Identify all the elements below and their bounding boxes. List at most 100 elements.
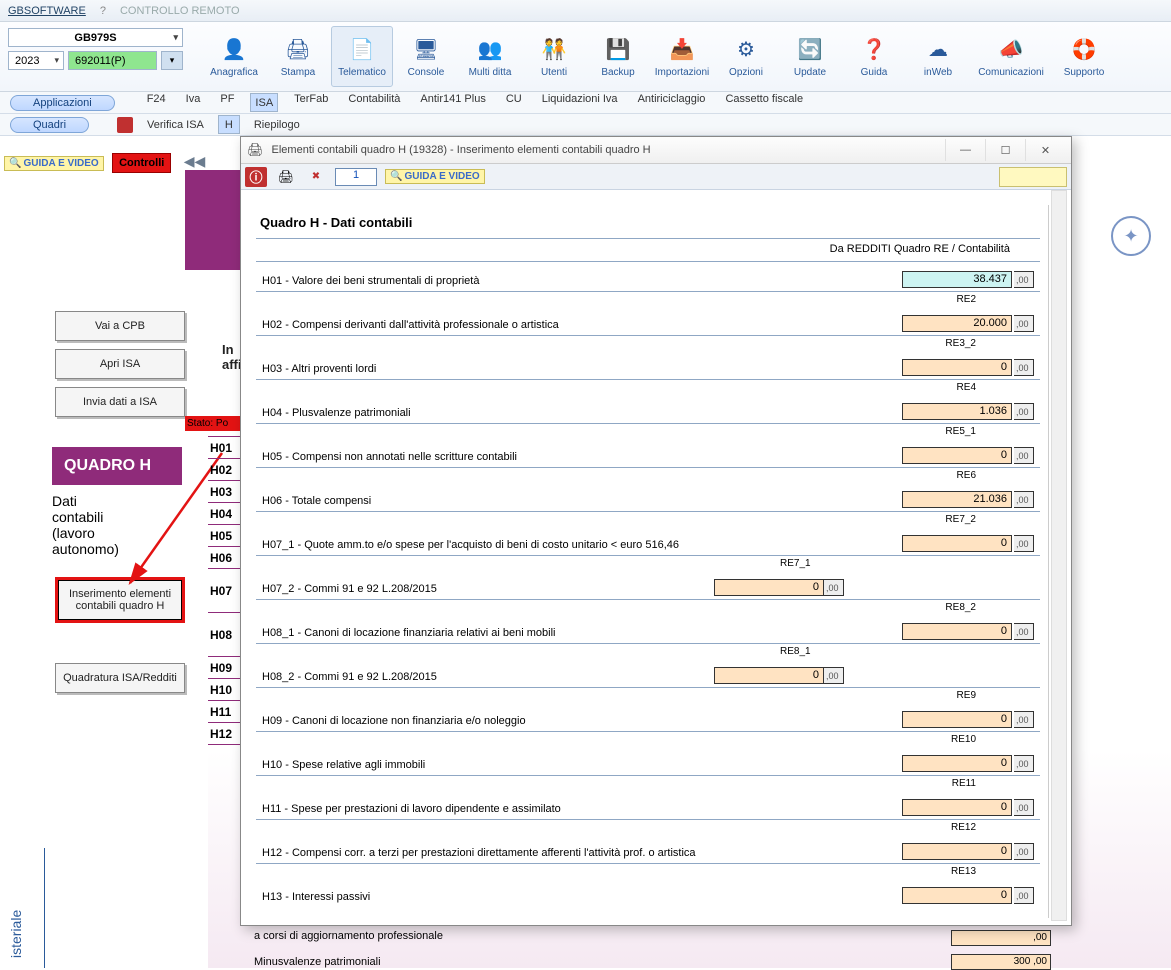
row-subvalue[interactable]: 0: [714, 667, 824, 684]
ribbon-inweb[interactable]: ☁inWeb: [907, 26, 969, 87]
row-value[interactable]: 0: [902, 843, 1012, 860]
app-tab-f24[interactable]: F24: [143, 93, 170, 112]
row-label: H02 - Compensi derivanti dall'attività p…: [262, 319, 559, 331]
row-label: H06 - Totale compensi: [262, 495, 371, 507]
ribbon-importazioni[interactable]: 📥Importazioni: [651, 26, 713, 87]
vertical-label: isteriale: [8, 910, 24, 958]
pdf-icon[interactable]: [117, 117, 133, 133]
row-value[interactable]: 21.036: [902, 491, 1012, 508]
side-button-vai-a-cpb[interactable]: Vai a CPB: [55, 311, 185, 341]
delete-button[interactable]: ✖: [305, 167, 327, 187]
app-tab-liquidazioni-iva[interactable]: Liquidazioni Iva: [538, 93, 622, 112]
dialog-scrollbar[interactable]: [1051, 190, 1067, 921]
row-value[interactable]: 1.036: [902, 403, 1012, 420]
nav-back-icon[interactable]: ◀◀: [184, 153, 206, 170]
company-selector[interactable]: GB979S▾: [8, 28, 183, 47]
ribbon-utenti[interactable]: 🧑‍🤝‍🧑Utenti: [523, 26, 585, 87]
ribbon-telematico[interactable]: 📄Telematico: [331, 26, 393, 87]
app-tab-terfab[interactable]: TerFab: [290, 93, 332, 112]
row-decimals: ,00: [1014, 447, 1034, 464]
ribbon-console[interactable]: 🖥Console: [395, 26, 457, 87]
ribbon-comunicazioni[interactable]: 📣Comunicazioni: [971, 26, 1051, 87]
row-H11: H11 - Spese per prestazioni di lavoro di…: [256, 775, 1040, 819]
row-value[interactable]: 0: [902, 623, 1012, 640]
row-value[interactable]: 0: [902, 359, 1012, 376]
quadratura-button[interactable]: Quadratura ISA/Redditi: [55, 663, 185, 693]
row-value[interactable]: 0: [902, 535, 1012, 552]
row-subref: RE8_1: [780, 646, 811, 657]
app-tab-cassetto-fiscale[interactable]: Cassetto fiscale: [721, 93, 807, 112]
comunicazioni-icon: 📣: [997, 36, 1025, 64]
minimize-button[interactable]: —: [945, 139, 985, 161]
row-decimals: ,00: [1014, 887, 1034, 904]
backup-icon: 💾: [604, 36, 632, 64]
row-label: H13 - Interessi passivi: [262, 891, 370, 903]
inserimento-elementi-button[interactable]: Inserimento elementi contabili quadro H: [55, 577, 185, 623]
info-button[interactable]: ⓘ: [245, 167, 267, 187]
row-subdecimals: ,00: [824, 579, 844, 596]
app-tab-cu[interactable]: CU: [502, 93, 526, 112]
ribbon-supporto[interactable]: 🛟Supporto: [1053, 26, 1115, 87]
row-value[interactable]: 20.000: [902, 315, 1012, 332]
app-tab-antir141-plus[interactable]: Antir141 Plus: [416, 93, 489, 112]
ribbon-multiditta[interactable]: 👥Multi ditta: [459, 26, 521, 87]
print-button[interactable]: 🖨: [275, 167, 297, 187]
elementi-contabili-dialog: 🖨 Elementi contabili quadro H (19328) - …: [240, 136, 1072, 926]
row-value[interactable]: 0: [902, 711, 1012, 728]
help-menu[interactable]: ?: [100, 5, 106, 17]
bg-h17-text: a corsi di aggiornamento professionale: [254, 930, 443, 942]
multiditta-icon: 👥: [476, 36, 504, 64]
page-number-input[interactable]: 1: [335, 168, 377, 186]
code-dropdown-button[interactable]: ▾: [161, 51, 183, 70]
guida-video-button[interactable]: 🔍GUIDA E VIDEO: [4, 156, 104, 171]
row-decimals: ,00: [1014, 315, 1034, 332]
bg-h18-text: Minusvalenze patrimoniali: [254, 956, 381, 968]
ribbon-update[interactable]: 🔄Update: [779, 26, 841, 87]
row-decimals: ,00: [1014, 403, 1034, 420]
close-button[interactable]: ✕: [1025, 139, 1065, 161]
quadri-tab-h[interactable]: H: [218, 115, 240, 134]
row-H05: H05 - Compensi non annotati nelle scritt…: [256, 423, 1040, 467]
row-decimals: ,00: [1014, 843, 1034, 860]
side-button-apri-isa[interactable]: Apri ISA: [55, 349, 185, 379]
app-tab-isa[interactable]: ISA: [250, 93, 278, 112]
ribbon-stampa[interactable]: 🖨Stampa: [267, 26, 329, 87]
row-value[interactable]: 0: [902, 755, 1012, 772]
app-tab-iva[interactable]: Iva: [182, 93, 205, 112]
side-button-invia-dati-a-isa[interactable]: Invia dati a ISA: [55, 387, 185, 417]
app-tab-pf[interactable]: PF: [216, 93, 238, 112]
row-label: H01 - Valore dei beni strumentali di pro…: [262, 275, 479, 287]
row-label: H03 - Altri proventi lordi: [262, 363, 376, 375]
row-value[interactable]: 0: [902, 887, 1012, 904]
remote-control-menu[interactable]: CONTROLLO REMOTO: [120, 5, 240, 17]
ribbon-backup[interactable]: 💾Backup: [587, 26, 649, 87]
year-selector[interactable]: 2023▾: [8, 51, 64, 70]
dati-contabili-label: Daticontabili(lavoroautonomo): [52, 493, 182, 557]
row-ref: RE2: [957, 294, 976, 305]
row-decimals: ,00: [1014, 623, 1034, 640]
row-value[interactable]: 38.437: [902, 271, 1012, 288]
maximize-button[interactable]: ☐: [985, 139, 1025, 161]
quadri-tab-riepilogo[interactable]: Riepilogo: [248, 118, 306, 132]
row-value[interactable]: 0: [902, 447, 1012, 464]
row-subvalue[interactable]: 0: [714, 579, 824, 596]
row-H12: H12 - Compensi corr. a terzi per prestaz…: [256, 819, 1040, 863]
code-selector[interactable]: 692011(P): [68, 51, 157, 70]
ribbon-anagrafica[interactable]: 👤Anagrafica: [203, 26, 265, 87]
inweb-icon: ☁: [924, 36, 952, 64]
app-tab-antiriciclaggio[interactable]: Antiriciclaggio: [634, 93, 710, 112]
row-ref: RE11: [952, 778, 976, 789]
row-label: H11 - Spese per prestazioni di lavoro di…: [262, 803, 561, 815]
quadri-tab-verifica-isa[interactable]: Verifica ISA: [141, 118, 210, 132]
brand-link[interactable]: GBSOFTWARE: [8, 5, 86, 17]
row-value[interactable]: 0: [902, 799, 1012, 816]
dialog-guida-video-button[interactable]: 🔍GUIDA E VIDEO: [385, 169, 485, 184]
controlli-button[interactable]: Controlli: [112, 153, 171, 173]
ribbon-guida[interactable]: ❓Guida: [843, 26, 905, 87]
applications-pill[interactable]: Applicazioni: [10, 95, 115, 111]
ribbon-opzioni[interactable]: ⚙Opzioni: [715, 26, 777, 87]
quadri-pill[interactable]: Quadri: [10, 117, 89, 133]
opzioni-icon: ⚙: [732, 36, 760, 64]
app-tab-contabilità[interactable]: Contabilità: [344, 93, 404, 112]
row-H04: H04 - Plusvalenze patrimonialiRE41.036,0…: [256, 379, 1040, 423]
